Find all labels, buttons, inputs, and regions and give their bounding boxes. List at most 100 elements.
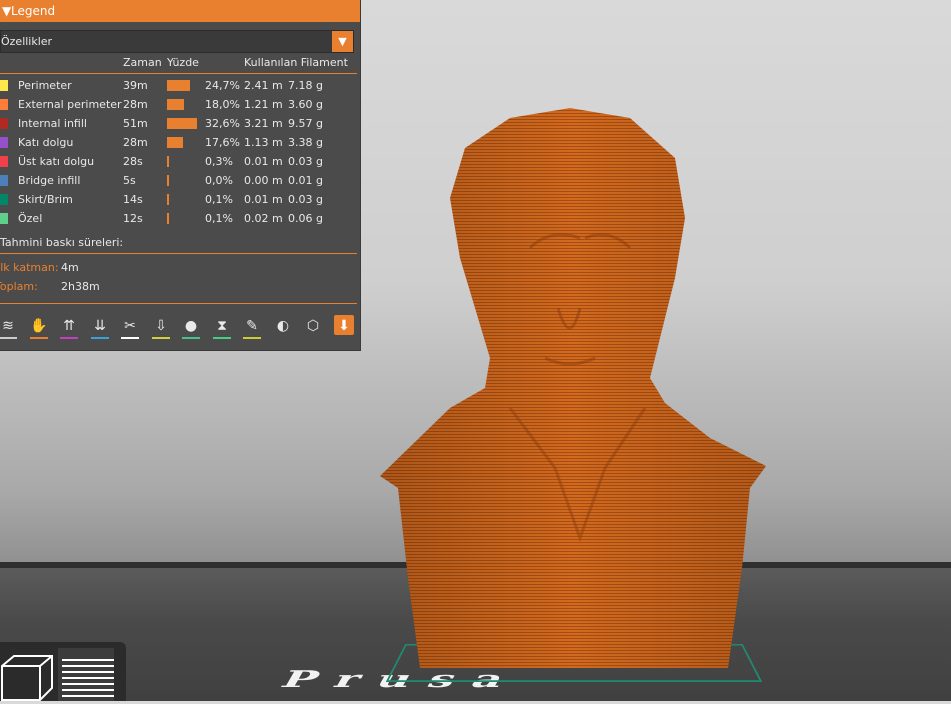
- feature-name: Üst katı dolgu: [18, 155, 95, 168]
- feature-name: Perimeter: [18, 79, 72, 92]
- feature-percent: 24,7%: [205, 79, 240, 92]
- first-layer-value: 4m: [61, 261, 79, 274]
- deretractions-icon[interactable]: ⇊: [89, 314, 111, 339]
- percent-bar: [167, 80, 190, 91]
- total-value: 2h38m: [61, 280, 100, 293]
- legend-row[interactable]: External perimeter 28m 18,0% 1.21 m 3.60 g: [0, 96, 360, 115]
- color-change-icon[interactable]: ●: [180, 314, 202, 339]
- svg-text:⇈: ⇈: [63, 318, 75, 334]
- percent-bar: [167, 137, 183, 148]
- custom-gcode-icon[interactable]: ✎: [241, 314, 263, 339]
- pause-icon[interactable]: ⧗: [211, 314, 233, 339]
- svg-text:✋: ✋: [30, 317, 47, 334]
- tool-marker-icon[interactable]: ⬇: [333, 314, 355, 336]
- tool-change-icon[interactable]: ⇩: [150, 314, 172, 339]
- feature-percent: 0,1%: [205, 193, 233, 206]
- legend-row[interactable]: Internal infill 51m 32,6% 3.21 m 9.57 g: [0, 115, 360, 134]
- legend-row[interactable]: Katı dolgu 28m 17,6% 1.13 m 3.38 g: [0, 134, 360, 153]
- feature-weight: 9.57 g: [288, 117, 323, 130]
- travel-icon[interactable]: ≋: [0, 314, 19, 339]
- color-swatch: [0, 175, 8, 186]
- percent-bar: [167, 213, 169, 224]
- feature-length: 1.21 m: [244, 98, 283, 111]
- toolbar-divider: [0, 303, 357, 304]
- feature-name: Özel: [18, 212, 43, 225]
- feature-percent: 18,0%: [205, 98, 240, 111]
- feature-percent: 17,6%: [205, 136, 240, 149]
- column-time: Zaman: [123, 56, 162, 69]
- percent-bar: [167, 194, 169, 205]
- legend-title: Legend: [11, 4, 56, 18]
- header-divider: [0, 73, 357, 74]
- retractions-icon[interactable]: ⇈: [58, 314, 80, 339]
- percent-bar: [167, 99, 184, 110]
- svg-text:●: ●: [185, 318, 197, 334]
- percent-bar: [167, 175, 169, 186]
- color-swatch: [0, 80, 8, 91]
- feature-length: 2.41 m: [244, 79, 283, 92]
- legend-row[interactable]: Perimeter 39m 24,7% 2.41 m 7.18 g: [0, 77, 360, 96]
- feature-weight: 0.03 g: [288, 193, 323, 206]
- feature-time: 14s: [123, 193, 143, 206]
- svg-text:✎: ✎: [246, 318, 258, 334]
- color-swatch: [0, 99, 8, 110]
- svg-text:≋: ≋: [2, 318, 14, 334]
- total-label: Toplam:: [0, 280, 38, 293]
- feature-weight: 0.01 g: [288, 174, 323, 187]
- feature-length: 0.02 m: [244, 212, 283, 225]
- feature-weight: 3.38 g: [288, 136, 323, 149]
- color-swatch: [0, 137, 8, 148]
- shells-icon[interactable]: ⬡: [302, 314, 324, 336]
- seams-icon[interactable]: ✂: [119, 314, 141, 339]
- wipe-icon[interactable]: ✋: [28, 314, 50, 339]
- svg-text:⇩: ⇩: [155, 318, 167, 334]
- view-layers-button[interactable]: [58, 648, 114, 701]
- color-swatch: [0, 118, 8, 129]
- feature-length: 3.21 m: [244, 117, 283, 130]
- view-3d-button[interactable]: [0, 648, 56, 701]
- estimates-label: Tahmini baskı süreleri:: [0, 236, 124, 249]
- color-swatch: [0, 156, 8, 167]
- feature-time: 28m: [123, 98, 148, 111]
- legend-row[interactable]: Üst katı dolgu 28s 0,3% 0.01 m 0.03 g: [0, 153, 360, 172]
- legend-row[interactable]: Bridge infill 5s 0,0% 0.00 m 0.01 g: [0, 172, 360, 191]
- feature-weight: 0.06 g: [288, 212, 323, 225]
- legend-row[interactable]: Özel 12s 0,1% 0.02 m 0.06 g: [0, 210, 360, 229]
- feature-name: Katı dolgu: [18, 136, 74, 149]
- printed-bust-model: [380, 108, 766, 668]
- legend-panel: ▼ Legend Özellikler ▼ Zaman Yüzde Kullan…: [0, 0, 361, 351]
- color-swatch: [0, 194, 8, 205]
- feature-weight: 7.18 g: [288, 79, 323, 92]
- collapse-arrow-icon[interactable]: ▼: [2, 0, 11, 22]
- view-type-value: Özellikler: [1, 35, 53, 48]
- feature-length: 0.01 m: [244, 155, 283, 168]
- view-type-dropdown[interactable]: Özellikler ▼: [0, 30, 354, 53]
- visibility-toolbar: ≋ ✋ ⇈ ⇊ ✂ ⇩ ● ⧗ ✎ ◐ ⬡ ⬇: [0, 314, 360, 340]
- first-layer-label: İlk katman:: [0, 261, 59, 274]
- feature-percent: 0,0%: [205, 174, 233, 187]
- column-percent: Yüzde: [167, 56, 199, 69]
- svg-text:⬇: ⬇: [338, 318, 350, 334]
- feature-time: 39m: [123, 79, 148, 92]
- feature-name: Internal infill: [18, 117, 87, 130]
- percent-bar: [167, 118, 197, 129]
- feature-name: Bridge infill: [18, 174, 81, 187]
- svg-text:✂: ✂: [124, 318, 136, 334]
- feature-time: 5s: [123, 174, 136, 187]
- feature-time: 28s: [123, 155, 143, 168]
- estimates-divider: [0, 253, 357, 254]
- column-filament: Kullanılan Filament: [244, 56, 348, 69]
- legend-row[interactable]: Skirt/Brim 14s 0,1% 0.01 m 0.03 g: [0, 191, 360, 210]
- svg-text:◐: ◐: [276, 318, 288, 334]
- svg-text:⇊: ⇊: [94, 318, 106, 334]
- feature-time: 51m: [123, 117, 148, 130]
- legend-header[interactable]: ▼ Legend: [0, 0, 360, 22]
- feature-length: 1.13 m: [244, 136, 283, 149]
- feature-percent: 0,3%: [205, 155, 233, 168]
- center-of-gravity-icon[interactable]: ◐: [272, 314, 294, 336]
- color-swatch: [0, 213, 8, 224]
- layers-icon: [62, 659, 114, 697]
- svg-text:⬡: ⬡: [307, 318, 319, 334]
- chevron-down-icon[interactable]: ▼: [332, 31, 353, 52]
- feature-time: 12s: [123, 212, 143, 225]
